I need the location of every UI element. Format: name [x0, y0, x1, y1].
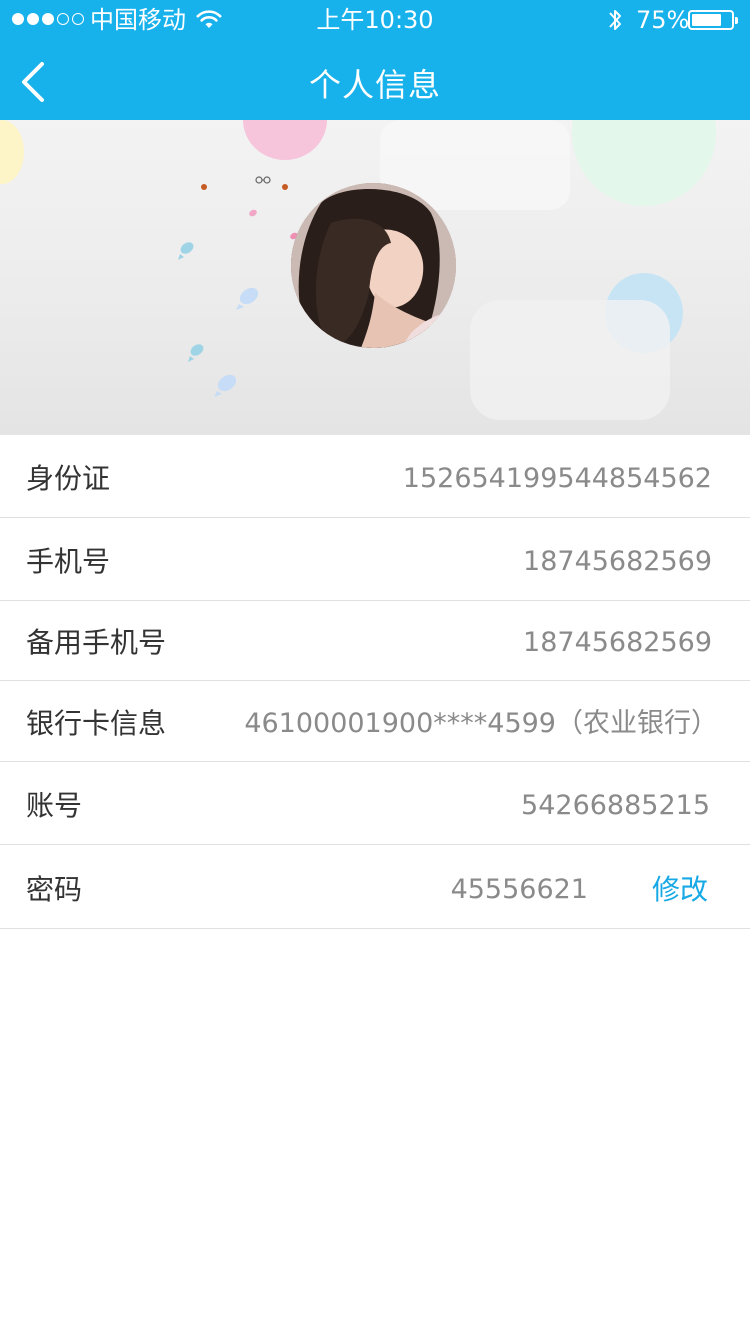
row-value: 54266885215 [521, 790, 710, 821]
row-value: 45556621 [450, 874, 588, 905]
info-row-account[interactable]: 账号 54266885215 [0, 762, 750, 845]
user-avatar[interactable] [291, 183, 456, 348]
row-label: 账号 [26, 789, 83, 822]
battery-percentage: 75% [636, 6, 690, 34]
row-value: 18745682569 [523, 546, 712, 577]
edit-password-button[interactable]: 修改 [652, 845, 708, 929]
row-label: 身份证 [26, 462, 111, 495]
navigation-bar: 个人信息 [0, 40, 750, 120]
avatar-portrait-icon [291, 183, 456, 348]
row-value: 152654199544854562 [402, 463, 712, 494]
battery-level-fill [692, 14, 721, 26]
info-row-backup-phone[interactable]: 备用手机号 18745682569 [0, 601, 750, 681]
row-label: 备用手机号 [26, 626, 167, 659]
profile-page: 中国移动 上午10:30 75% 个人信息 身份证 15265419954485… [0, 0, 750, 1334]
row-label: 手机号 [26, 545, 111, 578]
page-title: 个人信息 [308, 66, 441, 104]
info-row-password: 密码 45556621 修改 [0, 845, 750, 929]
battery-icon [688, 10, 738, 30]
profile-banner [0, 120, 750, 435]
battery-nub [735, 17, 738, 24]
bluetooth-icon [609, 10, 621, 30]
top-bar: 中国移动 上午10:30 75% 个人信息 [0, 0, 750, 120]
info-row-phone[interactable]: 手机号 18745682569 [0, 518, 750, 601]
info-row-id-card[interactable]: 身份证 152654199544854562 [0, 435, 750, 518]
row-label: 银行卡信息 [26, 707, 167, 740]
row-value: 18745682569 [523, 627, 712, 658]
info-row-bank-card[interactable]: 银行卡信息 46100001900****4599（农业银行） [0, 681, 750, 762]
status-bar: 中国移动 上午10:30 75% [0, 0, 750, 40]
row-value: 46100001900****4599（农业银行） [244, 708, 718, 739]
info-list: 身份证 152654199544854562 手机号 18745682569 备… [0, 435, 750, 929]
row-label: 密码 [26, 873, 83, 906]
